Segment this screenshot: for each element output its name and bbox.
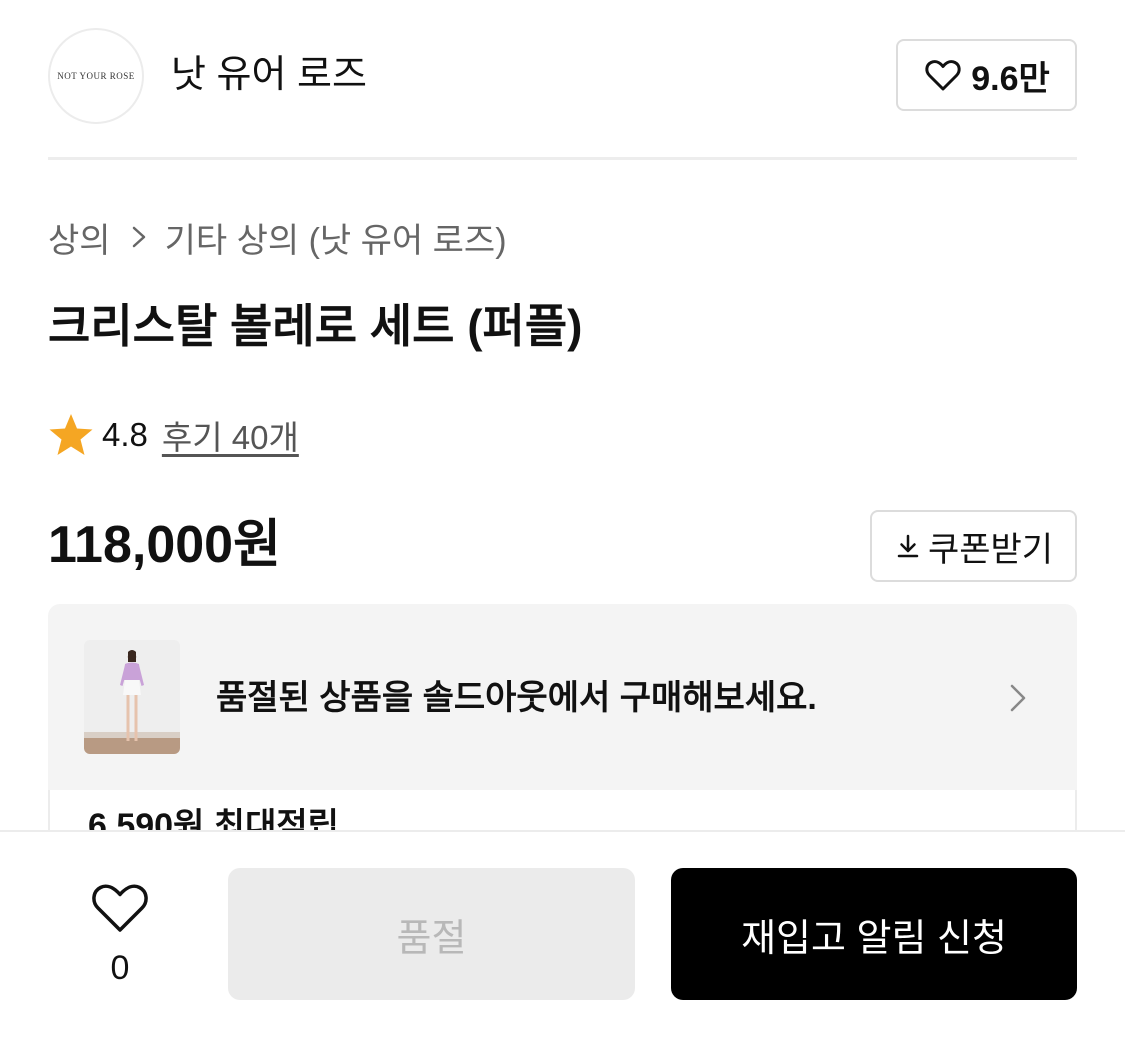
product-title: 크리스탈 볼레로 세트 (퍼플)	[48, 300, 583, 352]
header-divider	[48, 157, 1077, 160]
heart-outline-icon	[925, 60, 961, 91]
soldout-banner[interactable]: 품절된 상품을 솔드아웃에서 구매해보세요.	[48, 604, 1077, 790]
chevron-right-icon	[132, 226, 145, 248]
brand-like-count: 9.6만	[971, 59, 1050, 98]
chevron-right-icon	[1010, 684, 1026, 712]
wish-button[interactable]: 0	[88, 878, 152, 988]
rating-score: 4.8	[102, 416, 148, 453]
brand-header: NOT YOUR ROSE 낫 유어 로즈 9.6만	[48, 28, 1077, 124]
soldout-banner-text: 품절된 상품을 솔드아웃에서 구매해보세요.	[216, 679, 817, 717]
product-thumbnail	[84, 640, 180, 754]
brand-name[interactable]: 낫 유어 로즈	[171, 52, 367, 98]
coupon-label: 쿠폰받기	[927, 530, 1054, 569]
breadcrumb-subcategory[interactable]: 기타 상의 (낫 유어 로즈)	[165, 213, 507, 262]
brand-logo[interactable]: NOT YOUR ROSE	[48, 28, 144, 124]
rating-row: 4.8 후기 40개	[48, 411, 299, 459]
coupon-button[interactable]: 쿠폰받기	[870, 510, 1077, 582]
breadcrumb: 상의 기타 상의 (낫 유어 로즈)	[48, 214, 507, 260]
brand-like-button[interactable]: 9.6만	[896, 39, 1077, 111]
product-price: 118,000원	[48, 516, 281, 574]
download-icon	[897, 534, 919, 558]
bottom-action-bar: 0 품절 재입고 알림 신청	[0, 830, 1125, 1059]
heart-outline-icon	[92, 884, 148, 932]
breadcrumb-category[interactable]: 상의	[48, 213, 111, 262]
brand-logo-text: NOT YOUR ROSE	[57, 71, 135, 81]
wish-count: 0	[110, 949, 130, 987]
soldout-button[interactable]: 품절	[228, 868, 635, 1000]
reviews-link[interactable]: 후기 40개	[162, 411, 299, 459]
restock-alert-button[interactable]: 재입고 알림 신청	[671, 868, 1077, 1000]
star-icon	[49, 414, 93, 455]
